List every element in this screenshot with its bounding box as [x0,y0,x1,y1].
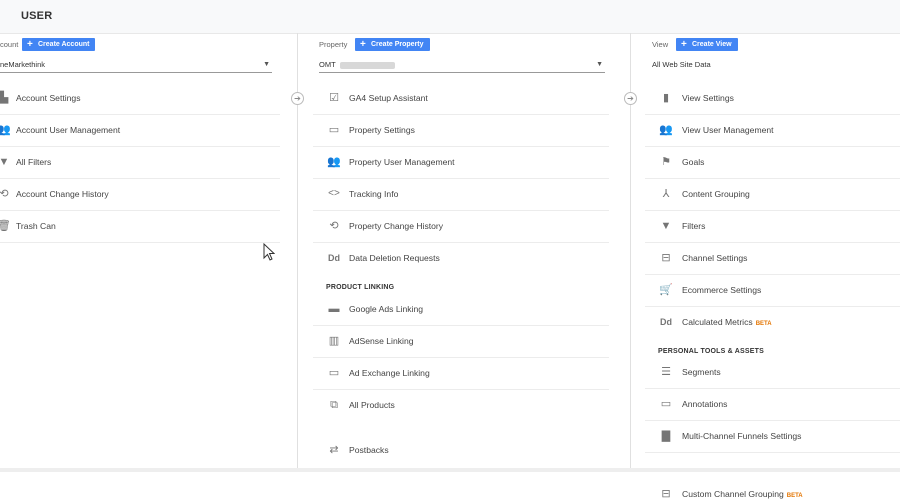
window-icon: ▭ [328,124,340,136]
google-ads-linking-item[interactable]: ▬ Google Ads Linking [313,293,609,326]
window-icon: ▭ [328,367,340,379]
annotations-item[interactable]: ▭ Annotations [645,388,900,421]
property-selector[interactable]: OMT ▼ [319,58,605,73]
property-change-history-item[interactable]: ⟲ Property Change History [313,210,609,243]
trash-can-item[interactable]: 🗑 Trash Can [0,210,280,243]
filters-item[interactable]: ▼ Filters [645,210,900,243]
arrow-right-icon: ➔ [291,92,304,105]
plus-icon: + [681,39,687,50]
content-grouping-item[interactable]: ⅄ Content Grouping [645,178,900,211]
view-settings-item[interactable]: ▮ View Settings [645,82,900,115]
filter-icon: ▼ [660,220,672,232]
account-column: count + Create Account neMarkethink ▼ ▙ … [0,33,280,472]
cart-icon: 🛒 [659,284,673,296]
view-user-management-item[interactable]: 👥 View User Management [645,114,900,147]
data-deletion-requests-item[interactable]: Dd Data Deletion Requests [313,242,609,274]
account-settings-item[interactable]: ▙ Account Settings [0,82,280,115]
property-user-management-item[interactable]: 👥 Property User Management [313,146,609,179]
caret-down-icon: ▼ [263,61,270,68]
ecommerce-settings-item[interactable]: 🛒 Ecommerce Settings [645,274,900,307]
multi-channel-funnels-settings-item[interactable]: ▇ Multi-Channel Funnels Settings [645,420,900,453]
plus-icon: + [27,39,33,50]
create-account-button[interactable]: + Create Account [22,38,96,51]
flag-icon: ⚑ [661,156,671,168]
arrows-icon: ⇄ [329,444,339,456]
caret-down-icon: ▼ [596,61,603,68]
building-icon: ▙ [0,92,9,104]
all-filters-item[interactable]: ▼ All Filters [0,146,280,179]
create-property-button[interactable]: + Create Property [355,38,430,51]
people-icon: 👥 [327,156,341,168]
personal-tools-heading: PERSONAL TOOLS & ASSETS [658,348,764,355]
property-settings-item[interactable]: ▭ Property Settings [313,114,609,147]
dd-icon: Dd [328,253,340,263]
property-label: Property [319,40,348,49]
redacted-id [339,61,395,69]
mouse-cursor-icon [263,243,275,261]
all-products-item[interactable]: ⧉ All Products [313,389,609,421]
checkbox-icon: ☑ [329,92,339,104]
code-icon: <> [328,188,340,199]
view-label: View [652,40,669,49]
postbacks-item[interactable]: ⇄ Postbacks [313,434,609,466]
dd-icon: Dd [660,317,672,327]
people-icon: 👥 [659,124,673,136]
product-linking-heading: PRODUCT LINKING [326,284,395,291]
channel-icon: ⊟ [661,252,671,264]
ads-icon: ▬ [328,303,340,315]
arrow-right-icon: ➔ [624,92,637,105]
beta-badge: BETA [786,493,803,499]
goals-item[interactable]: ⚑ Goals [645,146,900,179]
property-column: Property + Create Property OMT ▼ ☑ GA4 S… [313,33,609,472]
admin-top-bar: USER [0,0,900,34]
bottom-strip [0,468,900,472]
comment-icon: ▭ [660,398,672,410]
walk-icon: ⅄ [662,188,670,200]
plus-icon: + [360,39,366,50]
segments-icon: ☰ [661,366,671,378]
history-icon: ⟲ [0,188,9,200]
calculated-metrics-item[interactable]: Dd Calculated Metrics BETA [645,306,900,338]
people-icon: 👥 [0,124,11,136]
account-label: count [0,40,19,49]
document-icon: ▮ [662,92,670,104]
channel-icon: ⊟ [661,488,671,500]
create-view-button[interactable]: + Create View [676,38,738,51]
account-change-history-item[interactable]: ⟲ Account Change History [0,178,280,211]
filter-icon: ▼ [0,156,10,168]
history-icon: ⟲ [329,220,339,232]
link-icon: ⧉ [330,399,338,411]
adsense-icon: ▥ [328,335,340,347]
tab-user[interactable]: USER [21,10,52,22]
ga4-setup-assistant-item[interactable]: ☑ GA4 Setup Assistant [313,82,609,115]
trash-icon: 🗑 [0,220,11,232]
custom-channel-grouping-item[interactable]: ⊟ Custom Channel Grouping BETA [645,484,900,504]
bars-icon: ▇ [661,430,671,442]
view-selector[interactable]: All Web Site Data [652,58,900,72]
beta-badge: BETA [755,321,772,327]
account-selector[interactable]: neMarkethink ▼ [0,58,272,73]
ad-exchange-linking-item[interactable]: ▭ Ad Exchange Linking [313,357,609,390]
tracking-info-item[interactable]: <> Tracking Info [313,178,609,211]
view-column: View + Create View All Web Site Data ▮ V… [645,33,900,500]
adsense-linking-item[interactable]: ▥ AdSense Linking [313,325,609,358]
segments-item[interactable]: ☰ Segments [645,356,900,389]
account-user-management-item[interactable]: 👥 Account User Management [0,114,280,147]
channel-settings-item[interactable]: ⊟ Channel Settings [645,242,900,275]
